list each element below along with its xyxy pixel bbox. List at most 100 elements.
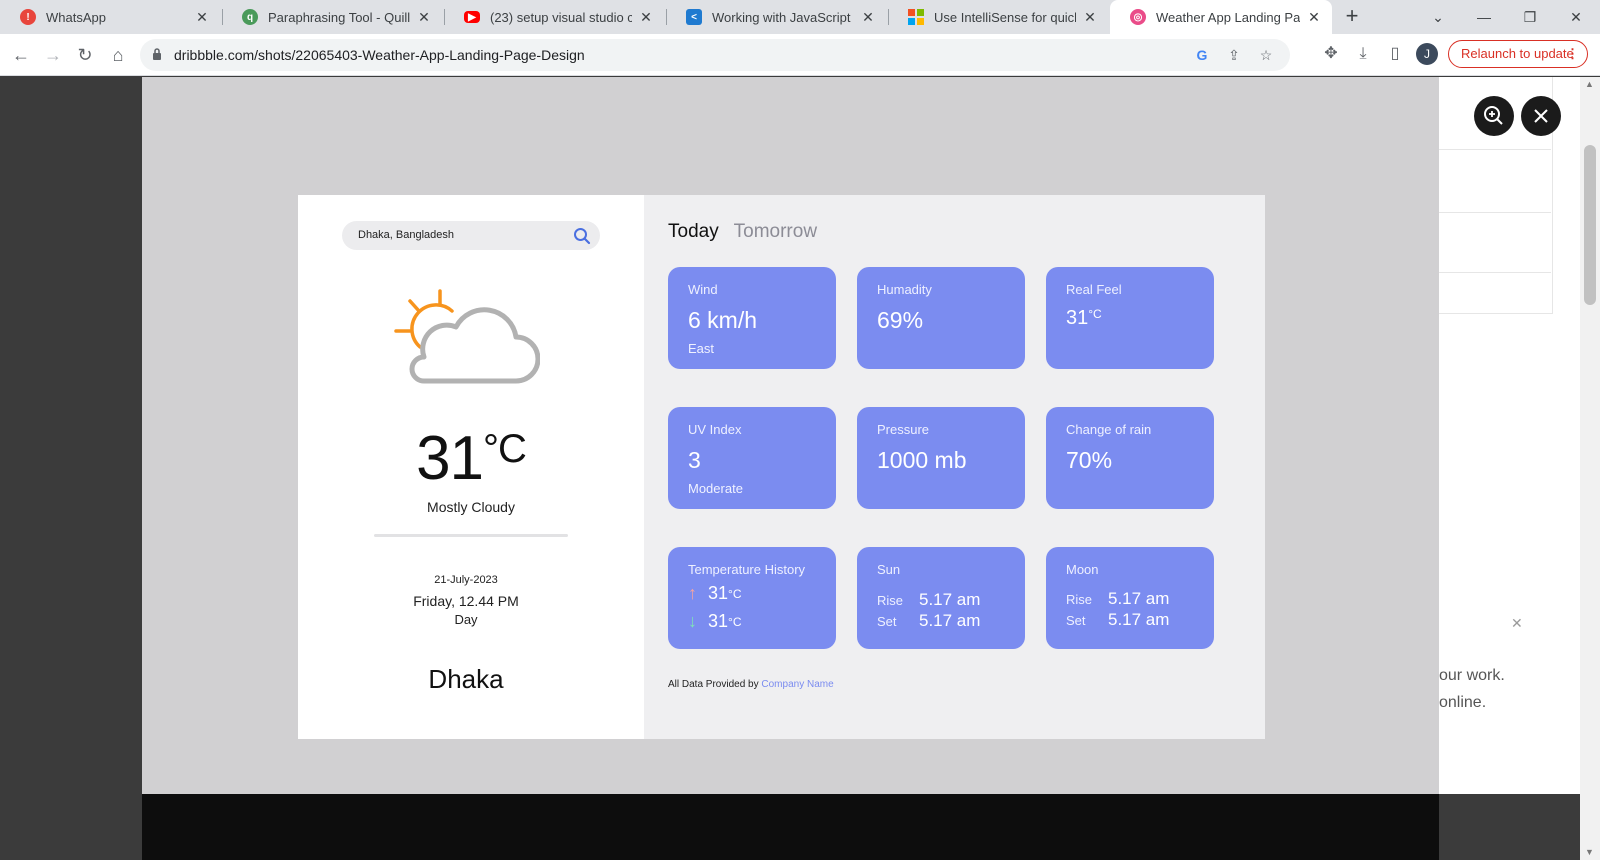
vscode-icon: < — [686, 9, 702, 25]
close-lightbox-button[interactable] — [1521, 96, 1561, 136]
tab-weather-app[interactable]: ◎ Weather App Landing Page ✕ — [1110, 0, 1332, 34]
card-label: Wind — [688, 282, 718, 297]
close-icon[interactable]: ✕ — [1511, 615, 1523, 632]
whatsapp-icon: ! — [20, 9, 36, 25]
tab-search-chevron-icon[interactable]: ⌄ — [1416, 0, 1460, 34]
tab-youtube[interactable]: ▶ (23) setup visual studio code ✕ — [444, 0, 664, 34]
weather-app-shot: Dhaka, Bangladesh 31°C Mostly Cloudy 21-… — [298, 195, 1265, 739]
google-lens-icon[interactable]: G — [1194, 47, 1210, 63]
temp-high-row: ↑ 31 °C — [688, 583, 742, 604]
day-period: Day — [454, 612, 478, 627]
bookmark-star-icon[interactable]: ☆ — [1258, 47, 1274, 63]
real-feel-value: 31 — [1066, 307, 1089, 329]
real-feel-unit: °C — [1088, 307, 1102, 321]
divider — [1439, 149, 1551, 314]
card-value: 1000 mb — [877, 447, 967, 473]
card-label: Moon — [1066, 562, 1099, 577]
divider — [1439, 212, 1551, 213]
download-icon[interactable]: ⤓ — [1352, 43, 1374, 65]
tab-vscode-javascript[interactable]: < Working with JavaScript in Visual ✕ — [666, 0, 886, 34]
tab-whatsapp[interactable]: ! WhatsApp ✕ — [0, 0, 220, 34]
sunrise-value: 5.17 am — [919, 590, 981, 609]
card-value: 69% — [877, 307, 924, 333]
microsoft-icon — [908, 9, 924, 25]
tab-title: Working with JavaScript in Visual — [712, 9, 854, 25]
card-label: Real Feel — [1066, 282, 1122, 297]
forward-arrow-icon[interactable]: → — [41, 43, 65, 67]
temp-unit: °C — [728, 586, 742, 601]
temperature-unit: °C — [483, 427, 527, 471]
minimize-icon[interactable]: — — [1462, 0, 1506, 34]
scrollbar[interactable]: ▲ ▼ — [1580, 77, 1600, 860]
share-icon[interactable]: ⇪ — [1226, 47, 1242, 63]
close-icon[interactable]: ✕ — [416, 9, 432, 25]
temp-low-row: ↓ 31 °C — [688, 611, 742, 632]
new-tab-button[interactable]: + — [1340, 5, 1364, 29]
tab-intellisense[interactable]: Use IntelliSense for quick info ✕ — [888, 0, 1108, 34]
close-icon[interactable]: ✕ — [860, 9, 876, 25]
tab-title: WhatsApp — [46, 9, 106, 25]
humidity-card: Humadity 69% — [857, 267, 1025, 369]
relaunch-label: Relaunch to update — [1461, 46, 1574, 61]
moonset-value: 5.17 am — [1108, 610, 1170, 629]
close-icon[interactable]: ✕ — [1306, 9, 1322, 25]
sunset-value: 5.17 am — [919, 611, 981, 630]
chance-of-rain-card: Change of rain 70% — [1046, 407, 1214, 509]
close-icon[interactable]: ✕ — [194, 9, 210, 25]
company-link[interactable]: Company Name — [761, 679, 833, 690]
relaunch-button[interactable]: Relaunch to update ⋮ — [1448, 40, 1588, 68]
card-value: 70% — [1066, 447, 1113, 473]
search-icon[interactable] — [572, 226, 592, 246]
arrow-down-icon: ↓ — [688, 611, 697, 631]
zoom-in-icon — [1484, 106, 1503, 125]
browser-toolbar: ← → ↻ ⌂ dribbble.com/shots/22065403-Weat… — [0, 34, 1600, 76]
scroll-up-icon[interactable]: ▲ — [1585, 79, 1594, 89]
scroll-down-icon[interactable]: ▼ — [1585, 847, 1594, 857]
close-icon[interactable]: ✕ — [638, 9, 654, 25]
tab-quillbot[interactable]: q Paraphrasing Tool - QuillBot AI ✕ — [222, 0, 442, 34]
youtube-icon: ▶ — [464, 11, 480, 23]
partly-cloudy-icon — [394, 289, 540, 384]
window-close-icon[interactable]: ✕ — [1554, 0, 1598, 34]
menu-dots-icon[interactable]: ⋮ — [1566, 41, 1579, 67]
tab-tomorrow[interactable]: Tomorrow — [734, 221, 817, 242]
sunrise-label: Rise — [877, 593, 904, 608]
search-input[interactable]: Dhaka, Bangladesh — [358, 229, 454, 241]
home-icon[interactable]: ⌂ — [106, 43, 130, 67]
page-viewport: ✕ our work. online. ▲ ▼ Dhaka, Banglades… — [0, 77, 1600, 860]
dribbble-icon: ◎ — [1130, 9, 1146, 25]
moonrise-label: Rise — [1066, 592, 1093, 607]
quillbot-icon: q — [242, 9, 258, 25]
tab-title: (23) setup visual studio code — [490, 9, 632, 25]
card-label: Pressure — [877, 422, 930, 437]
tab-today[interactable]: Today — [668, 221, 719, 242]
close-icon[interactable]: ✕ — [1082, 9, 1098, 25]
tab-title: Paraphrasing Tool - QuillBot AI — [268, 9, 410, 25]
scrollbar-thumb[interactable] — [1584, 145, 1596, 305]
side-panel-icon[interactable]: ▯ — [1384, 43, 1406, 65]
profile-avatar[interactable]: J — [1416, 43, 1438, 65]
sidebar-text: our work. — [1439, 667, 1505, 684]
tab-strip: ! WhatsApp ✕ q Paraphrasing Tool - Quill… — [0, 0, 1600, 34]
real-feel-card: Real Feel 31°C — [1046, 267, 1214, 369]
card-label: Sun — [877, 562, 901, 577]
extensions-puzzle-icon[interactable]: ✥ — [1320, 43, 1342, 65]
current-time: Friday, 12.44 PM — [413, 593, 519, 609]
url-text: dribbble.com/shots/22065403-Weather-App-… — [174, 47, 585, 63]
data-credit: All Data Provided by Company Name — [668, 679, 834, 690]
moonset-label: Set — [1066, 613, 1086, 628]
card-sub: Moderate — [688, 481, 743, 496]
divider — [374, 534, 568, 537]
card-label: Change of rain — [1066, 422, 1152, 437]
sunset-label: Set — [877, 614, 897, 629]
temperature-history-card: Temperature History ↑ 31 °C ↓ 31 °C — [668, 547, 836, 649]
address-bar[interactable]: dribbble.com/shots/22065403-Weather-App-… — [140, 39, 1290, 71]
location-search[interactable]: Dhaka, Bangladesh — [342, 221, 600, 250]
current-temperature: 31°C — [298, 423, 644, 494]
zoom-button[interactable] — [1474, 96, 1514, 136]
back-arrow-icon[interactable]: ← — [9, 43, 33, 67]
reload-icon[interactable]: ↻ — [73, 43, 97, 67]
card-value: 3 — [688, 447, 701, 473]
restore-icon[interactable]: ❐ — [1508, 0, 1552, 34]
card-label: Humadity — [877, 282, 932, 297]
